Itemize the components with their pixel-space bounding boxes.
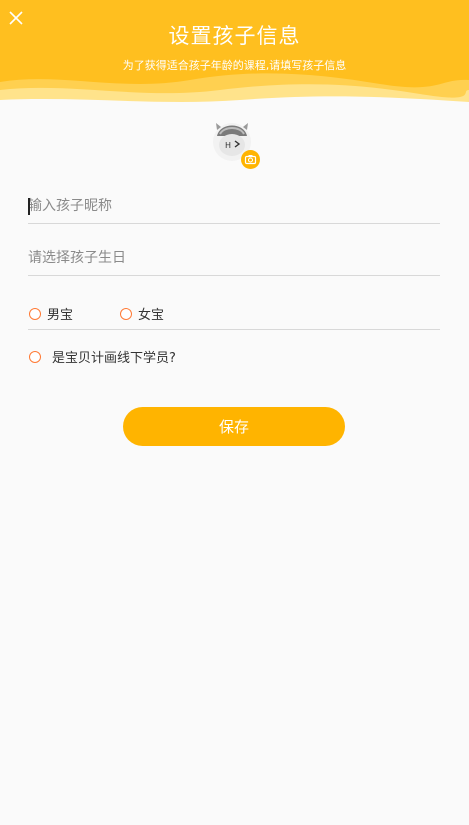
header-banner: 设置孩子信息 为了获得适合孩子年龄的课程,请填写孩子信息 — [0, 0, 469, 110]
gender-selector: 男宝 女宝 — [28, 300, 440, 330]
camera-icon — [244, 155, 257, 165]
nickname-field[interactable] — [28, 193, 440, 224]
offline-student-radio[interactable]: 是宝贝计画线下学员? — [29, 347, 176, 366]
text-cursor — [28, 198, 30, 215]
radio-circle-icon — [29, 350, 41, 363]
nickname-input[interactable] — [28, 193, 440, 219]
radio-circle-icon — [29, 307, 41, 320]
gender-radio-boy[interactable]: 男宝 — [29, 304, 73, 323]
birthday-picker[interactable]: 请选择孩子生日 — [28, 245, 440, 271]
avatar-picker[interactable]: H — [208, 116, 262, 170]
page-subtitle: 为了获得适合孩子年龄的课程,请填写孩子信息 — [122, 59, 347, 72]
save-button[interactable]: 保存 — [123, 407, 345, 446]
camera-button[interactable] — [241, 150, 260, 169]
birthday-field[interactable]: 请选择孩子生日 — [28, 245, 440, 276]
gender-label-boy: 男宝 — [47, 308, 74, 323]
svg-text:H: H — [225, 141, 231, 150]
page-title: 设置孩子信息 — [168, 24, 301, 48]
radio-circle-icon — [120, 307, 132, 320]
gender-radio-girl[interactable]: 女宝 — [120, 304, 164, 323]
wave-decoration — [0, 73, 469, 110]
gender-label-girl: 女宝 — [138, 308, 165, 323]
offline-student-label: 是宝贝计画线下学员? — [52, 351, 176, 366]
